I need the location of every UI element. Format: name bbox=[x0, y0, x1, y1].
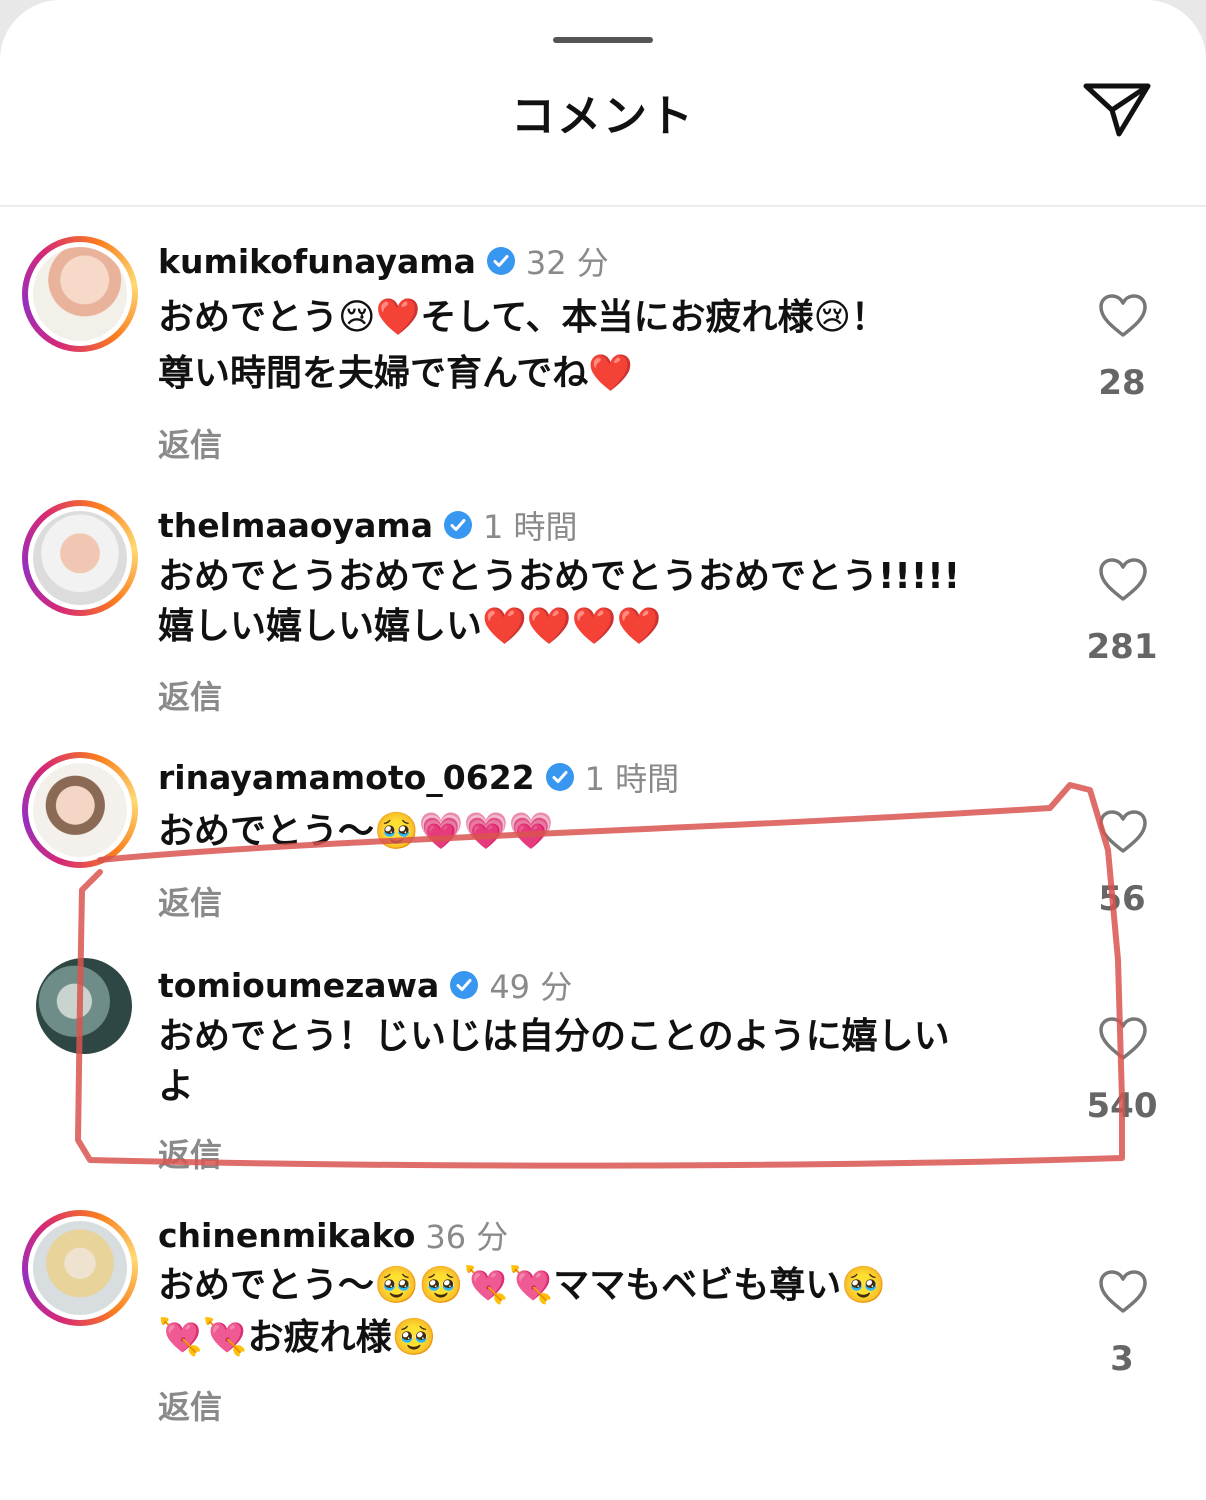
comment-line: おめでとう！じいじは自分のことのように嬉しい bbox=[158, 1016, 950, 1057]
comment-line: おめでとうおめでとうおめでとうおめでとう!!!!! bbox=[158, 556, 961, 597]
like-count: 56 bbox=[1098, 879, 1146, 919]
avatar[interactable] bbox=[36, 958, 132, 1054]
verified-badge-icon bbox=[444, 511, 472, 539]
comment-time: 36 分 bbox=[425, 1218, 509, 1256]
comment-line: おめでとう〜🥹💗💗💗 bbox=[158, 811, 554, 852]
like-count: 3 bbox=[1110, 1339, 1134, 1379]
reply-button[interactable]: 返信 bbox=[158, 420, 222, 466]
header-divider bbox=[0, 205, 1206, 207]
reply-button[interactable]: 返信 bbox=[158, 1130, 222, 1176]
comment-time: 1 時間 bbox=[584, 760, 680, 798]
username[interactable]: chinenmikako bbox=[158, 1216, 415, 1255]
heart-icon[interactable] bbox=[1098, 809, 1148, 855]
heart-icon[interactable] bbox=[1098, 1016, 1148, 1062]
like-count: 28 bbox=[1098, 363, 1146, 403]
verified-badge-icon bbox=[450, 971, 479, 999]
comment-line: よ bbox=[158, 1066, 195, 1107]
verified-badge-icon bbox=[486, 247, 515, 275]
reply-button[interactable]: 返信 bbox=[158, 878, 222, 924]
comment-time: 1 時間 bbox=[483, 508, 578, 546]
comment-time: 49 分 bbox=[489, 968, 573, 1006]
username[interactable]: thelmaaoyama bbox=[158, 506, 433, 545]
reply-button[interactable]: 返信 bbox=[158, 672, 222, 718]
page-title: コメント bbox=[511, 91, 695, 142]
comment-line: 尊い時間を夫婦で育んでね❤️ bbox=[158, 353, 634, 394]
paper-plane-icon[interactable] bbox=[1082, 80, 1152, 140]
comment-text: おめでとう！じいじは自分のことのように嬉しい よ bbox=[158, 1012, 1038, 1112]
avatar[interactable] bbox=[22, 752, 138, 868]
comment-line: おめでとう😢❤️そして、本当にお疲れ様😢！ bbox=[158, 297, 888, 338]
reply-button[interactable]: 返信 bbox=[158, 1382, 222, 1428]
comment-time: 32 分 bbox=[525, 244, 609, 282]
like-count: 540 bbox=[1086, 1086, 1158, 1126]
comment-text: おめでとう〜🥹🥹💘💘ママもベビも尊い🥹 💘💘お疲れ様🥹 bbox=[158, 1260, 1038, 1364]
comment-text: おめでとうおめでとうおめでとうおめでとう!!!!! 嬉しい嬉しい嬉しい❤️❤️❤… bbox=[158, 552, 1038, 652]
avatar[interactable] bbox=[22, 236, 138, 352]
comment-line: おめでとう〜🥹🥹💘💘ママもベビも尊い🥹 bbox=[158, 1265, 887, 1306]
avatar[interactable] bbox=[22, 1210, 138, 1326]
comments-sheet: コメント kumikofunayama 32 分 おめでとう😢❤️そして、本当に… bbox=[0, 0, 1206, 1500]
username[interactable]: tomioumezawa bbox=[158, 966, 439, 1005]
avatar[interactable] bbox=[22, 500, 138, 616]
sheet-grabber[interactable] bbox=[553, 37, 653, 43]
verified-badge-icon bbox=[545, 763, 574, 791]
username[interactable]: rinayamamoto_0622 bbox=[158, 758, 535, 797]
heart-icon[interactable] bbox=[1098, 293, 1148, 339]
heart-icon[interactable] bbox=[1098, 1269, 1148, 1315]
comment-line: 💘💘お疲れ様🥹 bbox=[158, 1317, 437, 1358]
username[interactable]: kumikofunayama bbox=[158, 242, 476, 281]
comment-text: おめでとう〜🥹💗💗💗 bbox=[158, 804, 1038, 860]
comment-line: 嬉しい嬉しい嬉しい❤️❤️❤️❤️ bbox=[158, 606, 662, 647]
comment-text: おめでとう😢❤️そして、本当にお疲れ様😢！ 尊い時間を夫婦で育んでね❤️ bbox=[158, 290, 1038, 402]
like-count: 281 bbox=[1086, 627, 1158, 667]
heart-icon[interactable] bbox=[1098, 557, 1148, 603]
